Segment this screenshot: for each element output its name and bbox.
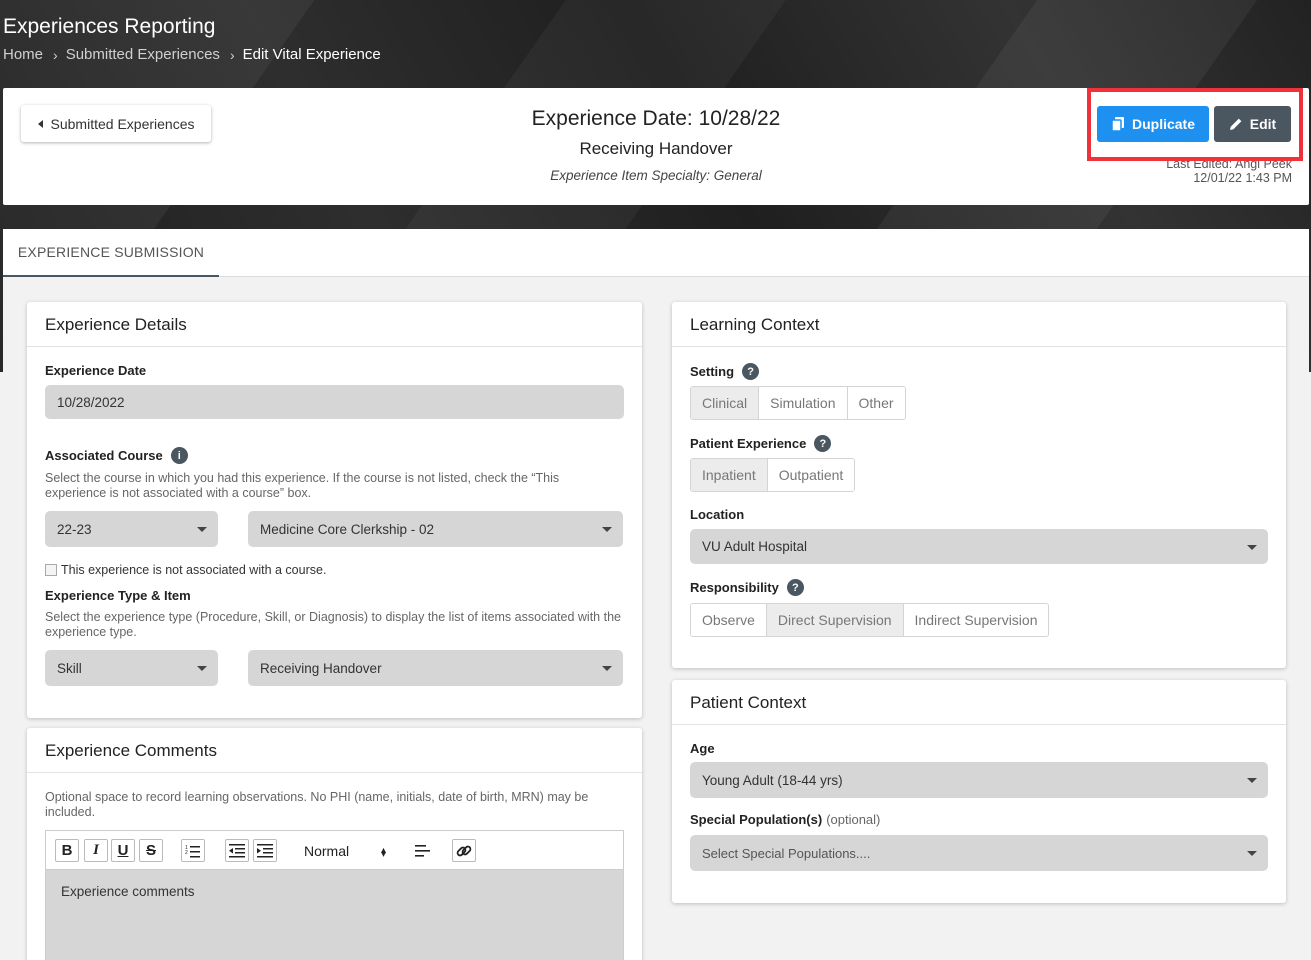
divider	[27, 346, 642, 347]
pencil-icon	[1229, 118, 1242, 130]
divider	[672, 346, 1286, 347]
tab-experience-submission[interactable]: EXPERIENCE SUBMISSION	[3, 229, 219, 277]
dropdown-arrow-icon	[602, 527, 612, 532]
experience-specialty: Experience Item Specialty: General	[550, 168, 762, 183]
responsibility-option-observe[interactable]: Observe	[691, 604, 767, 636]
outdent-icon[interactable]	[225, 839, 249, 862]
patient-experience-label: Patient Experience ?	[690, 435, 832, 452]
tab-bar: EXPERIENCE SUBMISSION	[3, 229, 1309, 277]
academic-year-select[interactable]: 22-23	[45, 511, 218, 547]
responsibility-segmented-control: Observe Direct Supervision Indirect Supe…	[690, 603, 1050, 637]
no-course-checkbox-row: This experience is not associated with a…	[45, 563, 326, 577]
last-edited-info: Last Edited: Angi Peek 12/01/22 1:43 PM	[1166, 157, 1292, 185]
optional-tag: (optional)	[826, 812, 881, 827]
learning-context-title: Learning Context	[690, 315, 820, 334]
main-content: EXPERIENCE SUBMISSION Experience Details…	[3, 229, 1309, 960]
help-icon[interactable]: ?	[814, 435, 832, 452]
duplicate-button[interactable]: Duplicate	[1097, 106, 1209, 142]
experience-comments-title: Experience Comments	[45, 741, 217, 760]
svg-text:2: 2	[185, 850, 188, 856]
link-icon[interactable]	[452, 839, 476, 862]
italic-icon[interactable]: I	[84, 839, 108, 862]
setting-segmented-control: Clinical Simulation Other	[690, 386, 906, 420]
responsibility-option-direct[interactable]: Direct Supervision	[766, 604, 904, 636]
course-select[interactable]: Medicine Core Clerkship - 02	[248, 511, 623, 547]
indent-icon[interactable]	[253, 839, 277, 862]
special-population-select[interactable]: Select Special Populations....	[690, 835, 1268, 871]
format-select[interactable]: Normal ▴ ▾	[304, 839, 390, 862]
dropdown-arrow-icon	[1247, 778, 1257, 783]
edit-button[interactable]: Edit	[1214, 106, 1291, 142]
align-icon[interactable]	[412, 839, 432, 862]
responsibility-option-indirect[interactable]: Indirect Supervision	[903, 604, 1049, 636]
experience-comments-card: Experience Comments Optional space to re…	[27, 728, 642, 960]
patient-context-title: Patient Context	[690, 693, 807, 712]
comments-editor[interactable]: Experience comments	[45, 870, 624, 960]
patient-exp-option-inpatient[interactable]: Inpatient	[691, 459, 768, 491]
editor-toolbar: B I U S 12 Normal ▴ ▾	[45, 830, 624, 870]
dropdown-arrow-icon	[197, 666, 207, 671]
dropdown-arrow-icon	[602, 666, 612, 671]
info-icon[interactable]: i	[170, 447, 188, 464]
no-course-checkbox[interactable]	[45, 564, 57, 576]
comments-help: Optional space to record learning observ…	[45, 790, 589, 819]
setting-label: Setting ?	[690, 363, 760, 380]
chevron-right-icon: ›	[53, 46, 58, 63]
breadcrumb-home[interactable]: Home	[3, 46, 43, 63]
underline-icon[interactable]: U	[111, 839, 135, 862]
age-label: Age	[690, 741, 715, 756]
associated-course-label: Associated Course i	[45, 447, 188, 464]
special-population-label: Special Population(s) (optional)	[690, 812, 881, 827]
edit-label: Edit	[1249, 116, 1277, 132]
experience-details-card: Experience Details Experience Date 10/28…	[27, 302, 642, 718]
no-course-label: This experience is not associated with a…	[61, 563, 327, 577]
app-title: Experiences Reporting	[3, 15, 216, 38]
breadcrumb: Home › Submitted Experiences › Edit Vita…	[3, 46, 381, 63]
setting-option-clinical[interactable]: Clinical	[691, 387, 760, 419]
breadcrumb-current: Edit Vital Experience	[242, 46, 381, 63]
patient-context-card: Patient Context Age Young Adult (18-44 y…	[672, 680, 1286, 903]
experience-date-label: Experience Date	[45, 363, 147, 378]
location-label: Location	[690, 507, 745, 522]
chevron-right-icon: ›	[229, 46, 235, 63]
experience-type-help: Select the experience type (Procedure, S…	[45, 610, 621, 639]
help-icon[interactable]: ?	[786, 579, 804, 596]
duplicate-label: Duplicate	[1131, 116, 1195, 132]
patient-exp-option-outpatient[interactable]: Outpatient	[767, 459, 855, 491]
help-icon[interactable]: ?	[742, 363, 760, 380]
last-edited-time: 12/01/22 1:43 PM	[1193, 171, 1292, 185]
experience-type-select[interactable]: Skill	[45, 650, 218, 686]
copy-icon	[1111, 116, 1124, 132]
divider	[27, 772, 642, 773]
breadcrumb-submitted-experiences[interactable]: Submitted Experiences	[66, 46, 220, 63]
patient-experience-segmented-control: Inpatient Outpatient	[690, 458, 856, 492]
ordered-list-icon[interactable]: 12	[181, 839, 205, 862]
responsibility-label: Responsibility ?	[690, 579, 804, 596]
divider	[672, 724, 1286, 725]
bold-icon[interactable]: B	[55, 839, 79, 862]
setting-option-simulation[interactable]: Simulation	[759, 387, 848, 419]
experience-type-label: Experience Type & Item	[45, 588, 191, 603]
dropdown-arrow-icon	[1247, 851, 1257, 856]
experience-details-title: Experience Details	[45, 315, 187, 334]
strikethrough-icon[interactable]: S	[139, 839, 163, 862]
dropdown-arrow-icon	[197, 527, 207, 532]
location-select[interactable]: VU Adult Hospital	[690, 529, 1268, 564]
learning-context-card: Learning Context Setting ? Clinical Simu…	[672, 302, 1286, 668]
age-select[interactable]: Young Adult (18-44 yrs)	[690, 762, 1268, 798]
updown-icon-lower: ▾	[380, 849, 386, 860]
experience-date-input[interactable]: 10/28/2022	[45, 385, 624, 419]
setting-option-other[interactable]: Other	[847, 387, 905, 419]
experience-item-select[interactable]: Receiving Handover	[248, 650, 623, 686]
associated-course-help: Select the course in which you had this …	[45, 471, 560, 500]
dropdown-arrow-icon	[1247, 544, 1257, 550]
